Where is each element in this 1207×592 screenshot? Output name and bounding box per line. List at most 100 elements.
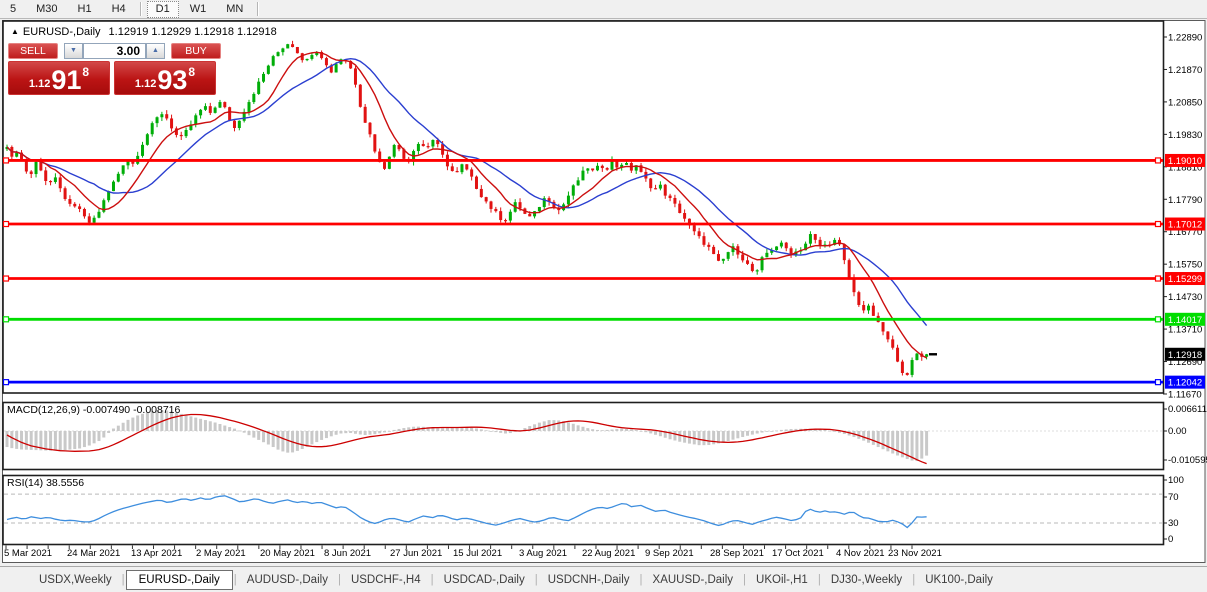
rsi-axis-label: 70 xyxy=(1168,492,1179,503)
tab-dj30-weekly[interactable]: DJ30-,Weekly xyxy=(822,571,911,589)
tab-usdx-weekly[interactable]: USDX,Weekly xyxy=(30,571,121,589)
hline-price-label: 1.15299 xyxy=(1168,274,1202,285)
collapse-triangle-icon[interactable]: ▲ xyxy=(11,27,19,36)
rsi-axis-label: 0 xyxy=(1168,534,1173,545)
price-axis-tick: 1.20850 xyxy=(1168,97,1202,108)
chart-ohlc-values: 1.12919 1.12929 1.12918 1.12918 xyxy=(109,26,277,38)
tab-audusd-daily[interactable]: AUDUSD-,Daily xyxy=(238,571,337,589)
tab-separator: | xyxy=(234,574,237,586)
tab-separator: | xyxy=(912,574,915,586)
buy-price-sup: 8 xyxy=(188,65,195,79)
hline-handle[interactable] xyxy=(4,276,9,281)
volume-input[interactable]: 3.00 xyxy=(83,43,146,59)
hline-handle[interactable] xyxy=(1156,317,1161,322)
rsi-indicator-label: RSI(14) 38.5556 xyxy=(7,477,84,489)
macd-axis-label: 0.006611 xyxy=(1168,404,1207,415)
price-axis-tick: 1.22890 xyxy=(1168,33,1202,44)
timeframe-toolbar: 5M30H1H4 D1W1MN xyxy=(0,0,1207,19)
toolbar-separator xyxy=(257,2,259,16)
hline-price-label: 1.17012 xyxy=(1168,220,1202,231)
tab-usdcad-daily[interactable]: USDCAD-,Daily xyxy=(435,571,534,589)
toolbar-separator xyxy=(140,2,142,16)
date-axis-label: 2 May 2021 xyxy=(196,548,246,559)
hline-handle[interactable] xyxy=(1156,380,1161,385)
price-axis-tick: 1.21870 xyxy=(1168,65,1202,76)
price-axis-tick: 1.13710 xyxy=(1168,325,1202,336)
date-axis-label: 5 Mar 2021 xyxy=(4,548,52,559)
symbol-tabbar: USDX,Weekly|EURUSD-,Daily|AUDUSD-,Daily|… xyxy=(0,566,1207,592)
price-axis-tick: 1.17790 xyxy=(1168,195,1202,206)
sell-price-display[interactable]: 1.12 91 8 xyxy=(8,61,110,95)
tab-ukoil-h1[interactable]: UKOil-,H1 xyxy=(747,571,817,589)
hline-handle[interactable] xyxy=(1156,276,1161,281)
date-axis-label: 27 Jun 2021 xyxy=(390,548,442,559)
date-axis-label: 23 Nov 2021 xyxy=(888,548,942,559)
macd-axis-label: 0.00 xyxy=(1168,426,1187,437)
date-axis-label: 17 Oct 2021 xyxy=(772,548,824,559)
volume-decrease-button[interactable]: ▼ xyxy=(64,43,83,59)
hline-handle[interactable] xyxy=(1156,158,1161,163)
price-axis-tick: 1.19830 xyxy=(1168,130,1202,141)
date-axis-label: 24 Mar 2021 xyxy=(67,548,120,559)
last-price-label: 1.12918 xyxy=(1168,350,1202,361)
trading-platform-window: 1.228901.218701.208501.198301.188101.177… xyxy=(0,0,1207,592)
hline-handle[interactable] xyxy=(4,158,9,163)
tab-uk100-daily[interactable]: UK100-,Daily xyxy=(916,571,1002,589)
date-axis-label: 4 Nov 2021 xyxy=(836,548,885,559)
tab-xauusd-daily[interactable]: XAUUSD-,Daily xyxy=(644,571,743,589)
date-axis-label: 28 Sep 2021 xyxy=(710,548,764,559)
tab-separator: | xyxy=(535,574,538,586)
timeframe-button-h4[interactable]: H4 xyxy=(103,1,135,18)
volume-increase-button[interactable]: ▲ xyxy=(146,43,165,59)
date-axis-label: 9 Sep 2021 xyxy=(645,548,694,559)
chart-header: ▲ EURUSD-,Daily 1.12919 1.12929 1.12918 1.… xyxy=(11,26,277,38)
last-price-pointer xyxy=(929,353,937,355)
sell-button[interactable]: SELL xyxy=(8,43,58,59)
buy-price-big: 93 xyxy=(157,68,187,93)
rsi-axis-label: 100 xyxy=(1168,475,1184,486)
sell-price-prefix: 1.12 xyxy=(29,78,50,90)
timeframe-button-h1[interactable]: H1 xyxy=(69,1,101,18)
date-axis-label: 3 Aug 2021 xyxy=(519,548,567,559)
tab-separator: | xyxy=(122,574,125,586)
date-axis-label: 8 Jun 2021 xyxy=(324,548,371,559)
hline-handle[interactable] xyxy=(4,380,9,385)
rsi-panel[interactable] xyxy=(3,476,1164,545)
tab-separator: | xyxy=(743,574,746,586)
sell-price-sup: 8 xyxy=(82,65,89,79)
timeframe-button-5[interactable]: 5 xyxy=(1,1,25,18)
date-axis-label: 22 Aug 2021 xyxy=(582,548,635,559)
date-axis-label: 15 Jul 2021 xyxy=(453,548,502,559)
date-axis-label: 20 May 2021 xyxy=(260,548,315,559)
rsi-axis-label: 30 xyxy=(1168,518,1179,529)
hline-price-label: 1.19010 xyxy=(1168,156,1202,167)
one-click-trade-panel: SELL ▼ 3.00 ▲ BUY 1.12 91 8 1.12 93 8 xyxy=(8,43,221,95)
timeframe-button-mn[interactable]: MN xyxy=(217,1,252,18)
macd-axis-label: -0.010595 xyxy=(1168,455,1207,466)
hline-handle[interactable] xyxy=(1156,222,1161,227)
buy-price-prefix: 1.12 xyxy=(135,78,156,90)
date-axis-label: 13 Apr 2021 xyxy=(131,548,182,559)
timeframe-button-d1[interactable]: D1 xyxy=(147,1,179,18)
macd-indicator-label: MACD(12,26,9) -0.007490 -0.008716 xyxy=(7,404,180,416)
hline-handle[interactable] xyxy=(4,317,9,322)
buy-button[interactable]: BUY xyxy=(171,43,221,59)
tab-separator: | xyxy=(640,574,643,586)
tab-eurusd-daily[interactable]: EURUSD-,Daily xyxy=(126,570,233,590)
timeframe-button-m30[interactable]: M30 xyxy=(27,1,66,18)
hline-handle[interactable] xyxy=(4,222,9,227)
hline-price-label: 1.14017 xyxy=(1168,315,1202,326)
tab-usdchf-h4[interactable]: USDCHF-,H4 xyxy=(342,571,430,589)
price-axis-tick: 1.15750 xyxy=(1168,260,1202,271)
price-axis-tick: 1.14730 xyxy=(1168,292,1202,303)
timeframe-button-w1[interactable]: W1 xyxy=(181,1,216,18)
price-axis-tick: 1.11670 xyxy=(1168,389,1202,400)
buy-price-display[interactable]: 1.12 93 8 xyxy=(114,61,216,95)
tab-separator: | xyxy=(431,574,434,586)
tab-separator: | xyxy=(338,574,341,586)
hline-price-label: 1.12042 xyxy=(1168,378,1202,389)
chart-symbol-label: EURUSD-,Daily xyxy=(23,26,101,38)
tab-usdcnh-daily[interactable]: USDCNH-,Daily xyxy=(539,571,639,589)
tab-separator: | xyxy=(818,574,821,586)
sell-price-big: 91 xyxy=(51,68,81,93)
